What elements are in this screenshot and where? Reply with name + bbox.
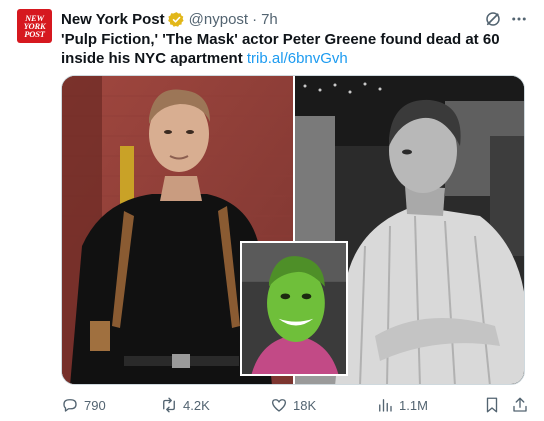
green-mask-photo[interactable] [240,241,348,376]
heart-icon [271,399,287,412]
repost-count: 4.2K [183,397,210,413]
more-options-icon[interactable] [509,10,529,28]
tweet-link[interactable]: trib.al/6bnvGvh [247,50,348,67]
tweet-media[interactable] [61,75,525,385]
tweet-card[interactable]: NEW YORK POST New York Post @nypost · 7h… [0,0,544,421]
verified-badge-icon [167,11,185,28]
reply-icon [63,399,77,412]
repost-icon [163,397,175,413]
views-chart-icon [379,399,392,412]
handle[interactable]: @nypost [189,11,248,28]
bookmark-icon [486,397,498,413]
tweet-text: 'Pulp Fiction,' 'The Mask' actor Peter G… [61,30,531,68]
reply-button[interactable]: 790 [61,396,106,414]
display-name[interactable]: New York Post [61,11,165,28]
share-icon [513,397,527,412]
reply-count: 790 [84,397,106,413]
timestamp[interactable]: 7h [261,11,278,28]
like-button[interactable]: 18K [270,396,316,414]
repost-button[interactable]: 4.2K [160,396,210,414]
tweet-header: New York Post @nypost · 7h [61,9,278,29]
like-count: 18K [293,397,317,413]
share-button[interactable] [511,396,534,414]
views-count: 1.1M [399,397,428,413]
avatar[interactable]: NEW YORK POST [17,9,52,43]
avatar-logo-line-3: POST [24,29,45,39]
views-button[interactable]: 1.1M [376,396,428,414]
grok-icon[interactable] [484,10,502,28]
separator-dot: · [252,10,258,28]
action-bar: 790 4.2K 18K 1.1M [61,396,531,418]
bookmark-button[interactable] [483,396,506,414]
